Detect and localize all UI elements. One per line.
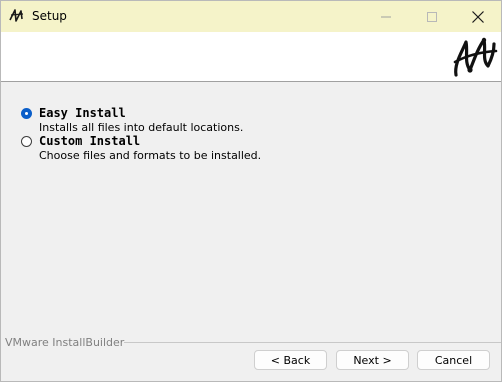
- cancel-button[interactable]: Cancel: [417, 350, 490, 370]
- easy-install-radio[interactable]: [21, 107, 32, 119]
- installbuilder-logo: [453, 37, 498, 77]
- footer-divider: [124, 342, 501, 343]
- back-button[interactable]: < Back: [254, 350, 327, 370]
- installer-brand-label: VMware InstallBuilder: [5, 336, 125, 349]
- minimize-icon: [381, 16, 391, 17]
- close-button[interactable]: [455, 1, 501, 32]
- minimize-button[interactable]: [363, 1, 409, 32]
- app-logo-icon: [9, 9, 24, 22]
- next-button[interactable]: Next >: [336, 350, 409, 370]
- title-bar[interactable]: Setup: [1, 1, 501, 32]
- close-icon: [472, 10, 484, 23]
- maximize-icon: [427, 11, 437, 22]
- easy-install-option[interactable]: Easy Install: [21, 106, 126, 120]
- easy-install-description: Installs all files into default location…: [39, 121, 244, 134]
- easy-install-label[interactable]: Easy Install: [39, 106, 126, 120]
- header-banner: [1, 32, 501, 82]
- window-title: Setup: [32, 9, 67, 23]
- maximize-button[interactable]: [409, 1, 455, 32]
- custom-install-option[interactable]: Custom Install: [21, 134, 140, 148]
- custom-install-description: Choose files and formats to be installed…: [39, 149, 262, 162]
- setup-window: Setup Easy Install Installs all files in…: [0, 0, 502, 382]
- custom-install-radio[interactable]: [21, 135, 32, 147]
- custom-install-label[interactable]: Custom Install: [39, 134, 140, 148]
